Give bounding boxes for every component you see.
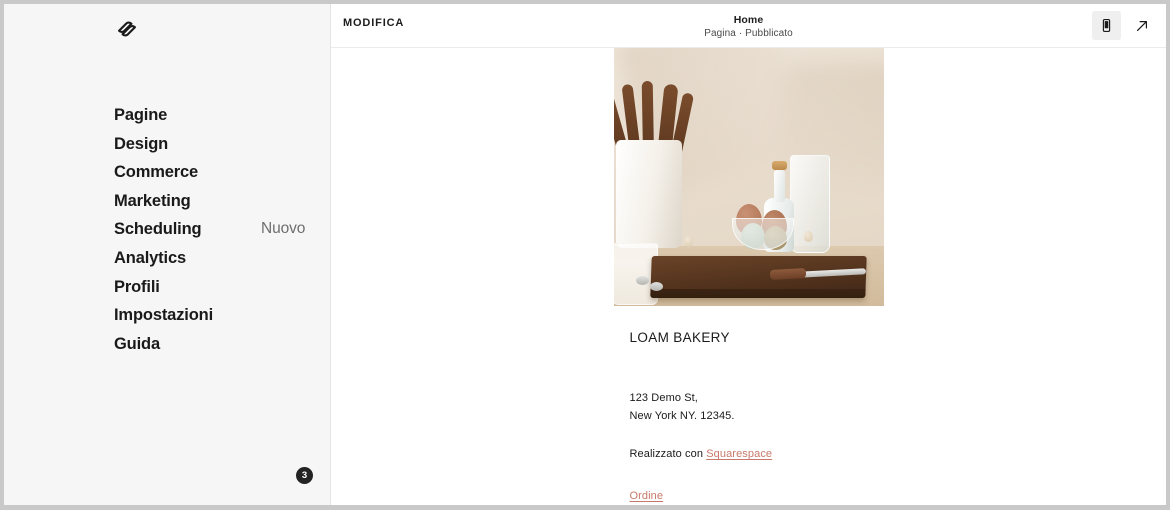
sidebar-item-label: Guida — [114, 334, 161, 353]
external-link-icon[interactable] — [1127, 11, 1156, 40]
sidebar: Pagine Design Commerce Marketing Schedul… — [4, 4, 331, 505]
sidebar-item-scheduling[interactable]: Scheduling Nuovo — [114, 221, 324, 250]
sidebar-item-label: Commerce — [114, 163, 199, 182]
address-line-1: 123 Demo St, — [629, 392, 698, 405]
edit-button[interactable]: MODIFICA — [343, 18, 404, 29]
sidebar-item-pagine[interactable]: Pagine — [114, 107, 324, 136]
preview-canvas: LOAM BAKERY 123 Demo St, New York NY. 12… — [331, 48, 1166, 505]
sidebar-item-label: Analytics — [114, 248, 187, 267]
quail-egg — [803, 231, 813, 242]
sidebar-item-label: Scheduling — [114, 220, 202, 239]
cutting-board-edge — [649, 289, 866, 298]
cutting-board — [649, 256, 867, 298]
address-line-2: New York NY. 12345. — [629, 410, 735, 422]
mobile-preview-frame[interactable]: LOAM BAKERY 123 Demo St, New York NY. 12… — [613, 48, 884, 505]
knife-handle — [769, 268, 806, 280]
credit-text: Realizzato con — [629, 447, 707, 460]
sidebar-item-impostazioni[interactable]: Impostazioni — [114, 307, 324, 336]
measuring-spoon — [635, 276, 649, 285]
measuring-spoon — [649, 282, 663, 291]
topbar-actions — [1092, 11, 1156, 40]
notification-badge[interactable]: 3 — [296, 467, 313, 484]
sidebar-nav: Pagine Design Commerce Marketing Schedul… — [114, 107, 324, 364]
sidebar-item-design[interactable]: Design — [114, 136, 324, 165]
main-region: MODIFICA Home Pagina · Pubblicato LOAM B… — [331, 4, 1166, 505]
mobile-device-icon[interactable] — [1092, 11, 1121, 40]
page-status: Pagina · Pubblicato — [704, 28, 793, 40]
sidebar-item-analytics[interactable]: Analytics — [114, 250, 324, 279]
site-credit: Realizzato con Squarespace — [630, 446, 868, 463]
sidebar-item-label: Design — [114, 134, 169, 153]
squarespace-credit-link[interactable]: Squarespace — [706, 448, 772, 460]
page-title: Home — [733, 14, 764, 26]
sidebar-item-label: Profili — [114, 277, 160, 296]
bottle-cork — [771, 161, 787, 170]
sidebar-item-label: Marketing — [114, 191, 191, 210]
topbar: MODIFICA Home Pagina · Pubblicato — [331, 4, 1166, 48]
squarespace-logo[interactable] — [114, 16, 140, 42]
site-footer: LOAM BAKERY 123 Demo St, New York NY. 12… — [614, 306, 884, 505]
quail-egg — [683, 236, 693, 247]
utensil-crock — [615, 140, 682, 248]
sidebar-item-new-badge: Nuovo — [261, 220, 306, 238]
sidebar-item-guida[interactable]: Guida — [114, 336, 324, 365]
sidebar-item-profili[interactable]: Profili — [114, 279, 324, 308]
sidebar-item-marketing[interactable]: Marketing — [114, 193, 324, 222]
app-window: Pagine Design Commerce Marketing Schedul… — [4, 4, 1166, 505]
list-item: Ordine — [630, 488, 868, 505]
sidebar-item-label: Impostazioni — [114, 306, 214, 325]
sidebar-item-commerce[interactable]: Commerce — [114, 164, 324, 193]
site-address: 123 Demo St, New York NY. 12345. — [630, 390, 868, 426]
footer-link-ordine[interactable]: Ordine — [630, 490, 664, 502]
page-meta: Home Pagina · Pubblicato — [331, 13, 1166, 41]
hero-image — [613, 48, 884, 306]
sidebar-item-label: Pagine — [114, 106, 168, 124]
footer-nav: Ordine Menù Chi siamo — [630, 488, 868, 505]
site-brand-name: LOAM BAKERY — [629, 330, 730, 345]
ceramic-bottle-neck — [773, 170, 785, 202]
